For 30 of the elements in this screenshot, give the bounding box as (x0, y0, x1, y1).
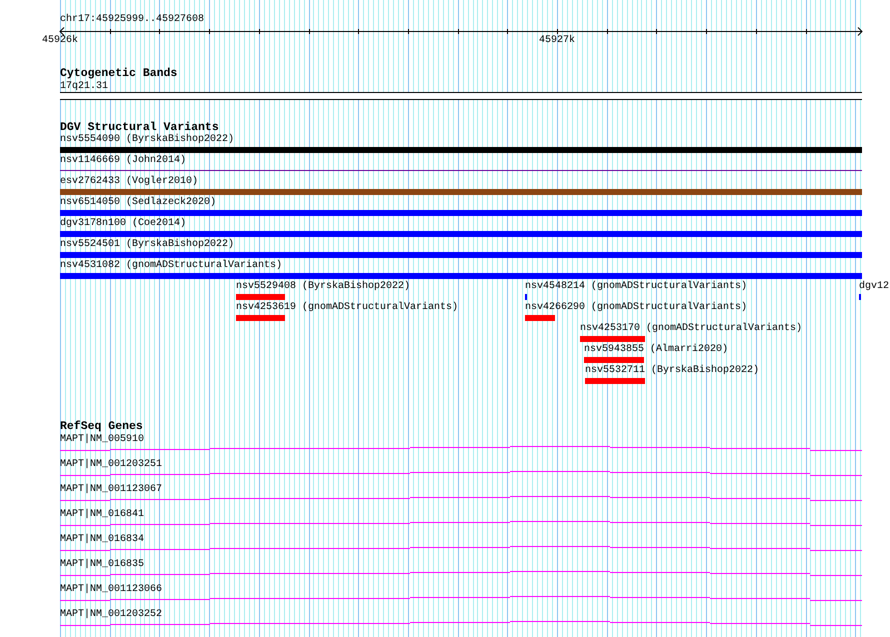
gene-label: MAPT|NM_001203252 (60, 609, 162, 620)
variant-label: dgv12 (859, 281, 890, 292)
track-title: DGV Structural Variants (60, 122, 219, 134)
variant-label: esv2762433 (Vogler2010) (60, 176, 198, 187)
variant-label: nsv5943855 (Almarri2020) (584, 344, 728, 355)
band-label: 17q21.31 (60, 81, 108, 92)
variant-label: nsv4548214 (gnomADStructuralVariants) (525, 281, 748, 292)
variant-label: nsv5532711 (ByrskaBishop2022) (585, 365, 760, 376)
track-title: RefSeq Genes (60, 421, 143, 433)
gene-label: MAPT|NM_001123066 (60, 584, 162, 595)
variant-label: nsv1146669 (John2014) (60, 155, 186, 166)
tick-label: 45926k (42, 35, 78, 46)
location-label: chr17:45925999..45927608 (60, 14, 204, 25)
gene-label: MAPT|NM_016841 (60, 509, 144, 520)
variant-label: nsv4253170 (gnomADStructuralVariants) (580, 323, 802, 334)
variant-label: nsv6514050 (Sedlazeck2020) (60, 197, 216, 208)
variant-label: nsv4253619 (gnomADStructuralVariants) (236, 302, 458, 313)
variant-label: nsv5529408 (ByrskaBishop2022) (236, 281, 410, 292)
gene-label: MAPT|NM_005910 (60, 434, 144, 445)
gene-label: MAPT|NM_001203251 (60, 459, 162, 470)
gene-label: MAPT|NM_001123067 (60, 484, 162, 495)
variant-label: nsv4531082 (gnomADStructuralVariants) (60, 260, 282, 271)
variant-label: nsv4266290 (gnomADStructuralVariants) (525, 302, 748, 313)
gene-label: MAPT|NM_016834 (60, 534, 144, 545)
gene-label: MAPT|NM_016835 (60, 559, 144, 570)
variant-label: dgv3178n100 (Coe2014) (60, 218, 186, 229)
tick-label: 45927k (539, 35, 576, 46)
variant-label: nsv5554090 (ByrskaBishop2022) (60, 134, 234, 145)
variant-label: nsv5524501 (ByrskaBishop2022) (60, 239, 234, 250)
track-title: Cytogenetic Bands (60, 68, 178, 80)
